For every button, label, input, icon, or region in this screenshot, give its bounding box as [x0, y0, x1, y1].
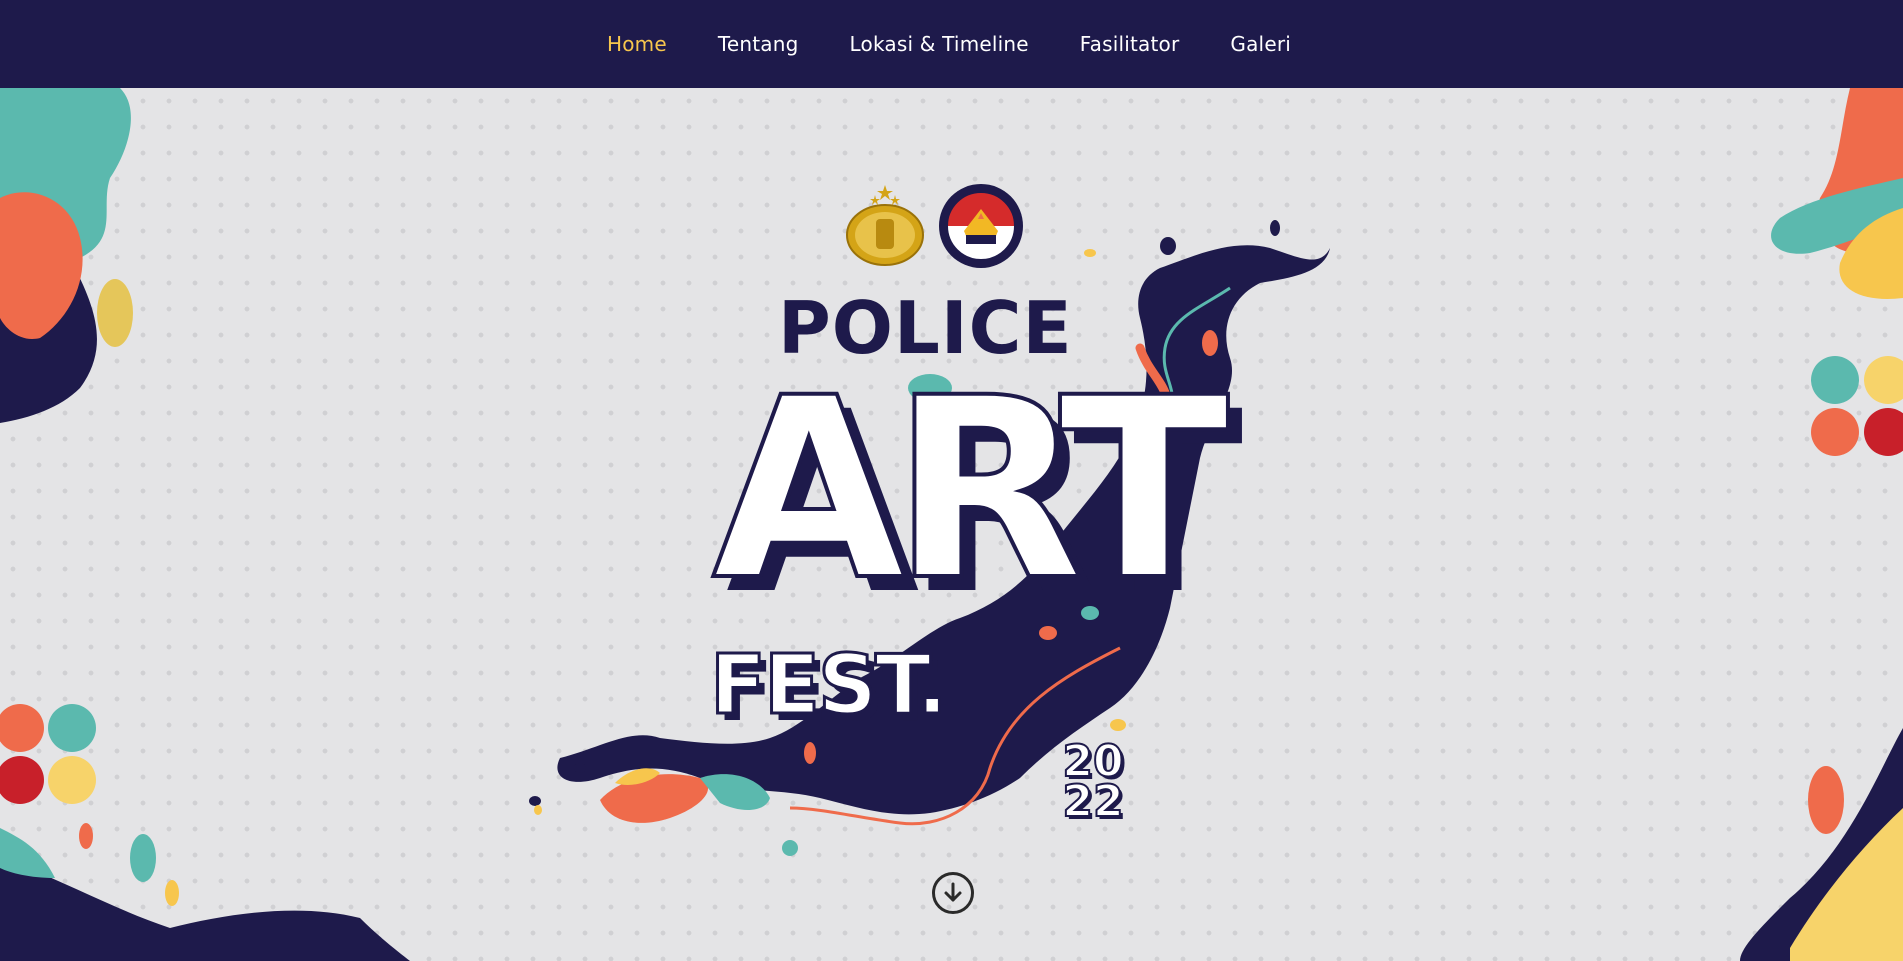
- nav-list: Home Tentang Lokasi & Timeline Fasilitat…: [607, 32, 1291, 56]
- splash-drop-navy-2: [1270, 220, 1280, 236]
- blob-yellow-small-bl: [165, 880, 179, 906]
- splash-yellow-dot-3: [1084, 249, 1096, 257]
- blob-navy-bottom-left: [0, 858, 410, 961]
- hero-title-fest: FEST.: [709, 638, 950, 733]
- dot-orange-bl: [0, 704, 44, 752]
- dot-teal-r: [1811, 356, 1859, 404]
- top-navbar: Home Tentang Lokasi & Timeline Fasilitat…: [0, 0, 1903, 88]
- nav-item-lokasi-timeline[interactable]: Lokasi & Timeline: [850, 32, 1029, 56]
- humas-polri-logo-icon: [938, 183, 1024, 269]
- blob-yellow-left: [97, 279, 133, 347]
- splash-orange-dot-1: [804, 742, 816, 764]
- dot-teal-bl: [48, 704, 96, 752]
- dot-yellow-r: [1864, 356, 1903, 404]
- splash-orange-1: [600, 774, 709, 823]
- splash-yellow-dot-2: [1110, 719, 1126, 731]
- blob-orange-bottom-right: [1808, 766, 1844, 834]
- nav-item-galeri[interactable]: Galeri: [1230, 32, 1291, 56]
- nav-item-home[interactable]: Home: [607, 32, 667, 56]
- nav-item-fasilitator[interactable]: Fasilitator: [1080, 32, 1180, 56]
- splash-yellow-dot-1: [534, 805, 542, 815]
- dot-red-r: [1864, 408, 1903, 456]
- hero-title-art: ART: [710, 344, 1231, 635]
- nav-item-tentang[interactable]: Tentang: [718, 32, 799, 56]
- scroll-down-button[interactable]: [932, 872, 974, 914]
- splash-drop-navy-1: [1160, 237, 1176, 255]
- dot-red-bl: [0, 756, 44, 804]
- blob-teal-small-bl: [130, 834, 156, 882]
- polri-emblem-icon: [842, 183, 928, 269]
- arrow-down-icon: [944, 882, 962, 902]
- splash-teal-dot-1: [782, 840, 798, 856]
- hero-year: 2022: [1061, 736, 1124, 827]
- dot-yellow-bl: [48, 756, 96, 804]
- splash-drop-navy-3: [529, 796, 541, 806]
- dot-orange-r: [1811, 408, 1859, 456]
- splash-drop-navy-4: [574, 763, 586, 773]
- blob-teal-bottom-left-edge: [0, 828, 55, 878]
- blob-orange-small-bl: [79, 823, 93, 849]
